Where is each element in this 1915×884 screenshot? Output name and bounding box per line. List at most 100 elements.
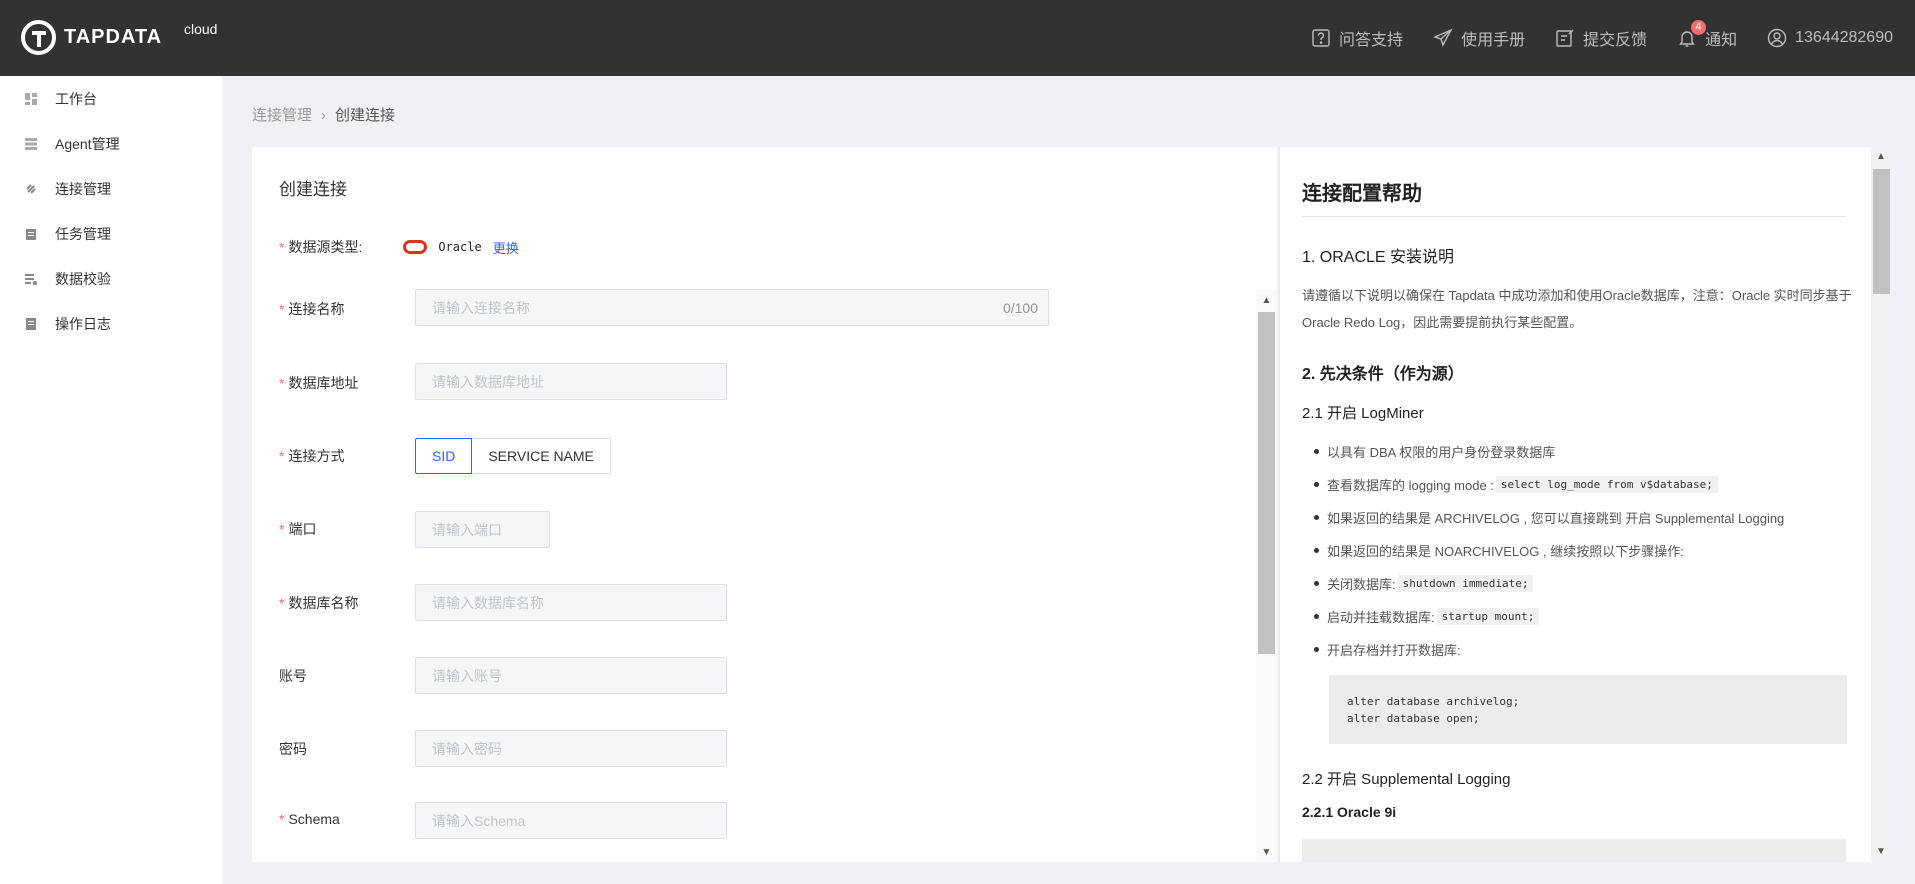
nav-manual[interactable]: 使用手册 xyxy=(1433,26,1525,50)
host-row: * 数据库地址 xyxy=(279,373,358,393)
schema-input[interactable]: 请输入Schema xyxy=(415,802,727,839)
log-icon xyxy=(26,317,36,330)
port-row: * 端口 xyxy=(279,519,316,539)
help-bullet: 启动并挂载数据库: startup mount; xyxy=(1314,607,1540,626)
sidebar-item-label: 操作日志 xyxy=(55,315,111,332)
nav-user-label: 13644282690 xyxy=(1795,29,1893,46)
required-mark: * xyxy=(279,595,285,611)
schema-row: * Schema xyxy=(279,811,340,827)
db-name-placeholder: 请输入数据库名称 xyxy=(432,594,544,611)
help-bullet: 开启存档并打开数据库: xyxy=(1314,640,1461,659)
sidebar-item-label: 任务管理 xyxy=(55,225,111,242)
edit-icon xyxy=(1556,29,1574,47)
db-host-input[interactable]: 请输入数据库地址 xyxy=(415,363,727,400)
dbname-label: 数据库名称 xyxy=(288,595,359,611)
help-scrollbar-thumb[interactable] xyxy=(1873,169,1890,294)
bullet-code: select log_mode from v$database; xyxy=(1495,476,1718,493)
help-code-block: alter database archivelog; alter databas… xyxy=(1329,675,1847,744)
help-install-text: 请遵循以下说明以确保在 Tapdata 中成功添加和使用Oracle数据库，注意… xyxy=(1302,288,1852,330)
change-datasource-link[interactable]: 更换 xyxy=(493,238,519,257)
check-data-icon xyxy=(25,273,37,285)
required-mark: * xyxy=(279,301,285,317)
password-label: 密码 xyxy=(279,741,307,757)
sidebar-item-label: 连接管理 xyxy=(55,180,111,197)
nav-user[interactable]: 13644282690 xyxy=(1767,28,1893,48)
nav-feedback[interactable]: 提交反馈 xyxy=(1555,26,1647,50)
datasource-row: * 数据源类型: Oracle 更换 xyxy=(279,237,519,257)
form-scrollbar[interactable]: ▲ ▼ xyxy=(1256,290,1277,862)
required-mark: * xyxy=(279,448,285,464)
scroll-down-icon[interactable]: ▼ xyxy=(1871,842,1891,862)
sidebar: 工作台 Agent管理 连接管理 任务管理 数据校验 操作日志 xyxy=(0,76,222,884)
help-bullet: 查看数据库的 logging mode : select log_mode fro… xyxy=(1314,475,1718,494)
help-title: 连接配置帮助 xyxy=(1302,183,1422,205)
connection-name-placeholder: 请输入连接名称 xyxy=(432,299,530,316)
db-name-input[interactable]: 请输入数据库名称 xyxy=(415,584,727,621)
help-section-supplemental: 2.2 开启 Supplemental Logging xyxy=(1302,771,1511,788)
bullet-text: 开启存档并打开数据库: xyxy=(1327,643,1461,658)
bullet-text: 关闭数据库: xyxy=(1327,577,1396,592)
mode-sid-option[interactable]: SID xyxy=(415,438,473,474)
password-input[interactable]: 请输入密码 xyxy=(415,730,727,767)
scroll-up-icon[interactable]: ▲ xyxy=(1256,290,1277,310)
sidebar-item-agent[interactable]: Agent管理 xyxy=(0,121,222,166)
sidebar-item-tasks[interactable]: 任务管理 xyxy=(0,211,222,256)
required-mark: * xyxy=(279,375,285,391)
clipboard-icon xyxy=(26,228,36,240)
paper-plane-icon xyxy=(1433,28,1453,47)
schema-label: Schema xyxy=(288,811,340,827)
host-label: 数据库地址 xyxy=(288,375,359,391)
password-row: 密码 xyxy=(279,739,307,759)
help-bullet: 关闭数据库: shutdown immediate; xyxy=(1314,574,1534,593)
oracle-logo-icon xyxy=(403,240,428,254)
bullet-code: shutdown immediate; xyxy=(1397,575,1534,592)
port-label: 端口 xyxy=(288,521,317,537)
brand-sub: cloud xyxy=(184,21,218,37)
sidebar-item-label: 数据校验 xyxy=(55,270,111,287)
help-scrollbar[interactable]: ▲ ▼ xyxy=(1871,147,1891,862)
nav-notice[interactable]: 4 通知 xyxy=(1677,20,1738,50)
sidebar-item-logs[interactable]: 操作日志 xyxy=(0,301,222,346)
nav-notice-label: 通知 xyxy=(1705,32,1738,49)
breadcrumb-parent[interactable]: 连接管理 xyxy=(252,107,312,124)
schema-placeholder: 请输入Schema xyxy=(432,812,526,829)
question-icon xyxy=(1312,29,1330,47)
port-input[interactable]: 请输入端口 xyxy=(415,511,550,548)
dbname-row: * 数据库名称 xyxy=(279,593,358,613)
bullet-text: 查看数据库的 logging mode : xyxy=(1327,478,1494,493)
app-logo[interactable]: TAPDATA xyxy=(21,20,162,55)
create-connection-form: 创建连接 * 数据源类型: Oracle 更换 * 连接名称 请输入连接名称 0… xyxy=(252,147,1277,862)
help-bullet: 以具有 DBA 权限的用户身份登录数据库 xyxy=(1314,442,1555,461)
help-panel: 连接配置帮助 1. ORACLE 安装说明 请遵循以下说明以确保在 Tapdat… xyxy=(1279,147,1871,862)
mode-service-name-option[interactable]: SERVICE NAME xyxy=(472,438,611,474)
help-section-logminer: 2.1 开启 LogMiner xyxy=(1302,405,1424,422)
sidebar-item-workbench[interactable]: 工作台 xyxy=(0,76,222,121)
name-counter: 0/100 xyxy=(1002,299,1038,316)
port-placeholder: 请输入端口 xyxy=(432,521,502,538)
nav-help[interactable]: 问答支持 xyxy=(1311,26,1403,50)
connection-name-input[interactable]: 请输入连接名称 0/100 xyxy=(415,289,1049,326)
help-bullet: 如果返回的结果是 ARCHIVELOG , 您可以直接跳到 开启 Supplem… xyxy=(1314,508,1784,527)
scroll-down-icon[interactable]: ▼ xyxy=(1256,842,1277,862)
user-icon xyxy=(1767,28,1787,48)
scroll-up-icon[interactable]: ▲ xyxy=(1871,147,1891,167)
required-mark: * xyxy=(279,239,285,255)
help-section-prereq: 2. 先决条件（作为源） xyxy=(1302,366,1464,383)
notice-badge: 4 xyxy=(1691,20,1707,35)
bullet-text: 如果返回的结果是 ARCHIVELOG , 您可以直接跳到 开启 Supplem… xyxy=(1327,511,1785,526)
form-scrollbar-thumb[interactable] xyxy=(1258,312,1275,654)
nav-manual-label: 使用手册 xyxy=(1461,32,1526,49)
brand-name: TAPDATA xyxy=(64,26,163,48)
breadcrumb: 连接管理 › 创建连接 xyxy=(252,104,395,125)
name-label: 连接名称 xyxy=(288,301,345,317)
divider xyxy=(1302,216,1846,217)
account-input[interactable]: 请输入账号 xyxy=(415,657,727,694)
bullet-text: 如果返回的结果是 NOARCHIVELOG , 继续按照以下步骤操作: xyxy=(1327,544,1684,559)
bullet-text: 以具有 DBA 权限的用户身份登录数据库 xyxy=(1327,445,1556,460)
sidebar-item-connections[interactable]: 连接管理 xyxy=(0,166,222,211)
sidebar-item-label: 工作台 xyxy=(55,90,97,107)
sidebar-item-label: Agent管理 xyxy=(55,135,120,152)
sidebar-item-validation[interactable]: 数据校验 xyxy=(0,256,222,301)
db-host-placeholder: 请输入数据库地址 xyxy=(432,373,544,390)
dashboard-icon xyxy=(25,92,37,105)
